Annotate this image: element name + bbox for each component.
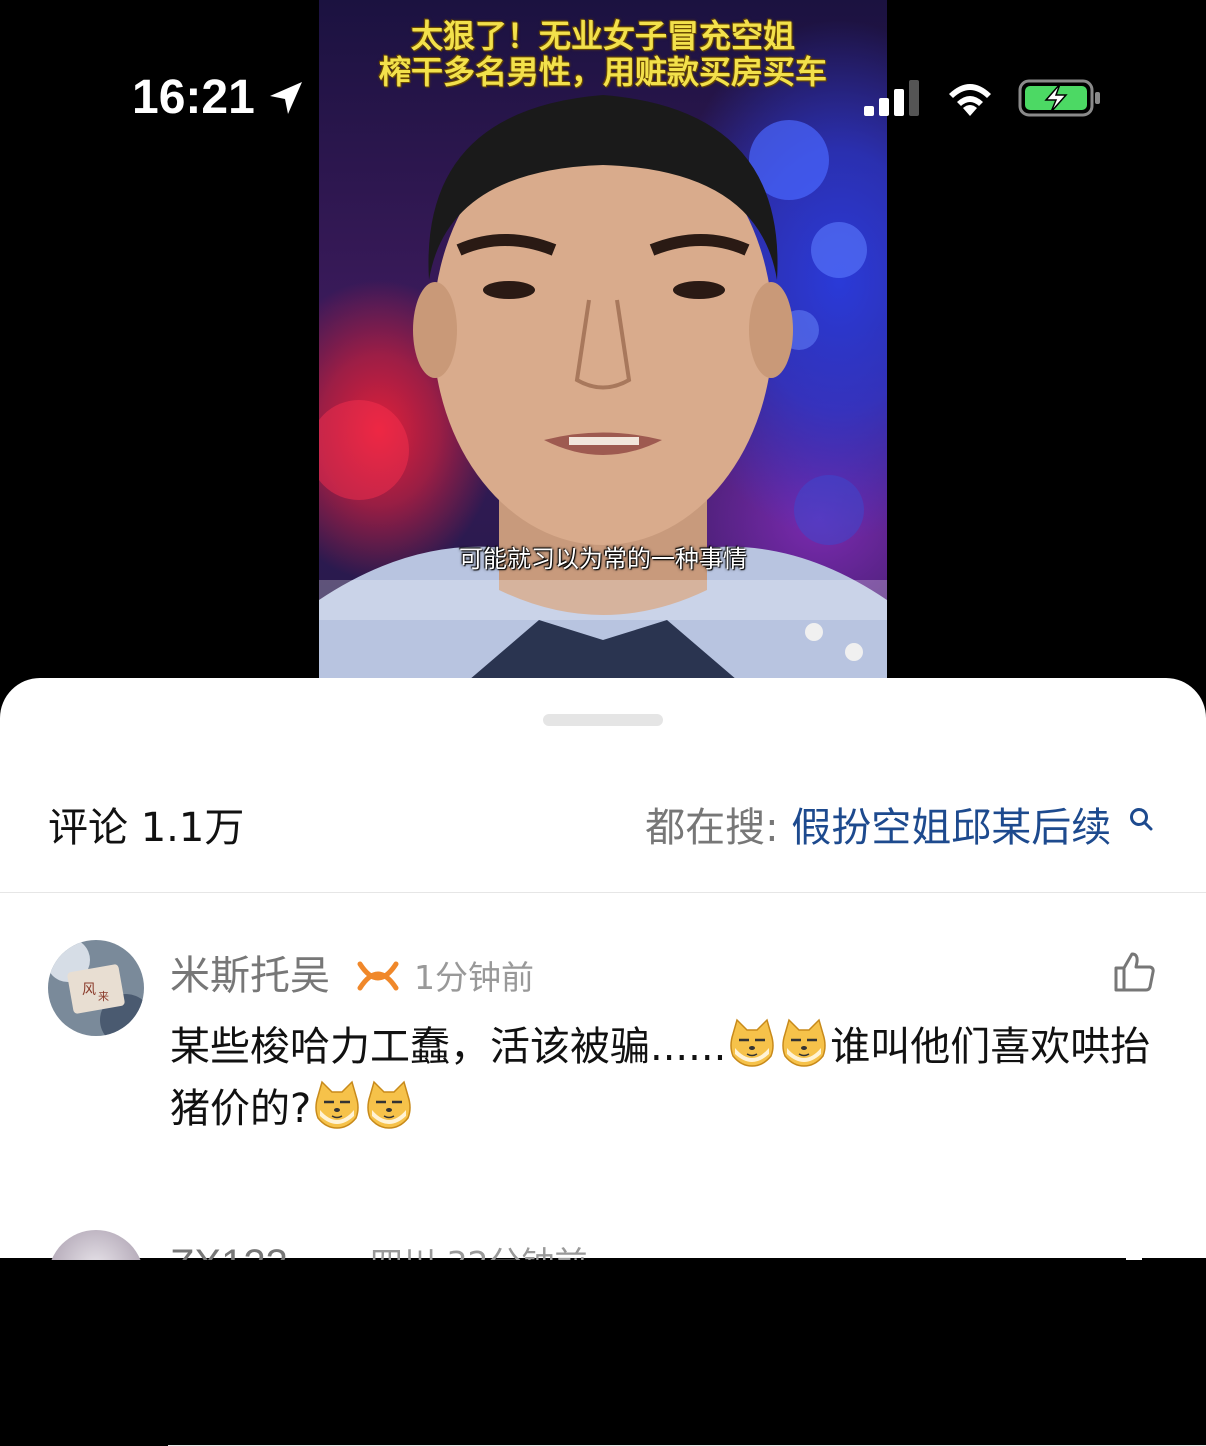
- orange-loop-badge-icon: [357, 961, 399, 991]
- hot-search-term[interactable]: 假扮空姐邱某后续: [791, 805, 1111, 851]
- video-subtitle: 可能就习以为常的一种事情: [459, 545, 747, 573]
- svg-text:来: 来: [98, 990, 109, 1003]
- cellular-signal-icon: [864, 80, 919, 116]
- doge-emoji-icon: [315, 1080, 359, 1129]
- status-time: 16:21: [132, 71, 255, 124]
- comment-time: 1分钟前: [414, 958, 534, 997]
- search-icon: [1130, 808, 1153, 831]
- sheet-drag-handle[interactable]: [543, 714, 663, 726]
- wifi-icon: [949, 84, 991, 116]
- like-thumb-icon[interactable]: [1126, 1242, 1142, 1260]
- comments-sheet: 评论 1.1万 都在搜: 假扮空姐邱某后续 风 来 米斯托吴 1分钟前 某些梭哈: [0, 678, 1206, 1446]
- video-player[interactable]: 太狠了！无业女子冒充空姐 榨干多名男性，用赃款买房买车 可能就习以为常的一种事情: [319, 0, 887, 680]
- svg-text:风: 风: [82, 982, 96, 998]
- doge-emoji-icon: [367, 1080, 411, 1129]
- comment-location-time: 四川 32分钟前: [370, 1242, 587, 1260]
- comment-text: 某些梭哈力工蠢，活该被骗...... 谁叫他们喜欢哄抬猪价的?: [170, 1016, 1170, 1140]
- battery-charging-icon: [1018, 79, 1100, 117]
- like-thumb-icon[interactable]: [1112, 950, 1156, 994]
- comments-count-title: 评论 1.1万: [48, 805, 245, 851]
- doge-emoji-icon: [782, 1018, 827, 1067]
- comment-item: 风 来 米斯托吴 1分钟前 某些梭哈力工蠢，活该被骗...... 谁叫他们喜欢哄…: [0, 940, 1206, 1446]
- doge-emoji-icon: [730, 1018, 775, 1067]
- video-headline-line1: 太狠了！无业女子冒充空姐: [410, 17, 795, 55]
- comment-username[interactable]: 米斯托吴: [170, 950, 330, 1002]
- hot-search-link[interactable]: 都在搜: 假扮空姐邱某后续: [645, 802, 1154, 854]
- avatar[interactable]: 风 来: [48, 940, 144, 1036]
- comment-username[interactable]: ZX123: [170, 1238, 288, 1260]
- video-headline-line2: 榨干多名男性，用赃款买房买车: [378, 53, 827, 91]
- avatar[interactable]: [48, 1230, 144, 1260]
- comment-item: ZX123 四川 32分钟前: [0, 1230, 1206, 1260]
- header-divider: [0, 892, 1206, 893]
- location-arrow-icon: [270, 82, 302, 114]
- hot-search-label: 都在搜:: [645, 805, 779, 851]
- comment-text-part1: 某些梭哈力工蠢，活该被骗......: [170, 1024, 727, 1070]
- video-frame-person: [319, 95, 887, 680]
